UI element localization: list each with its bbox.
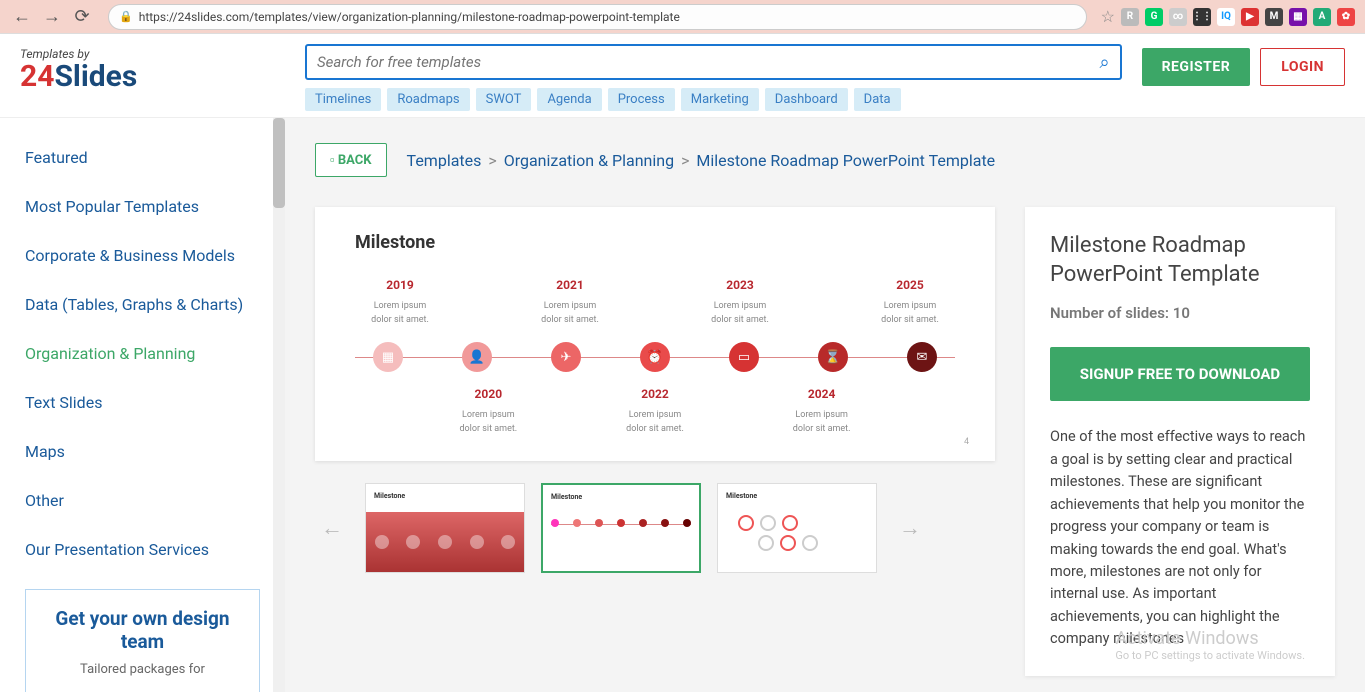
sidebar-item[interactable]: Maps — [25, 442, 260, 461]
sidebar-item[interactable]: Our Presentation Services — [25, 540, 260, 559]
extension-icon[interactable]: A — [1313, 8, 1331, 26]
slides-count: Number of slides: 10 — [1050, 304, 1310, 322]
url-text: https://24slides.com/templates/view/orga… — [139, 10, 680, 24]
tag-pill[interactable]: Process — [608, 88, 675, 111]
sidebar-item[interactable]: Text Slides — [25, 393, 260, 412]
tag-pill[interactable]: Timelines — [305, 88, 381, 111]
milestone-item: 2020Lorem ipsum dolor sit amet. — [453, 387, 523, 436]
auth-buttons: REGISTER LOGIN — [1142, 44, 1345, 86]
bookmark-star-icon[interactable]: ☆ — [1101, 7, 1115, 26]
content-area: ▫ BACK Templates > Organization & Planni… — [285, 118, 1365, 692]
tag-pill[interactable]: Roadmaps — [387, 88, 469, 111]
sidebar-item[interactable]: Featured — [25, 148, 260, 167]
extension-icon[interactable]: ▶ — [1241, 8, 1259, 26]
next-arrow-icon[interactable]: → — [893, 509, 927, 547]
logo-text: 24Slides — [20, 59, 285, 94]
page-number: 4 — [964, 437, 969, 447]
forward-browser-icon[interactable]: → — [40, 5, 64, 29]
tag-pill[interactable]: Dashboard — [765, 88, 848, 111]
slide-area: Milestone 2019Lorem ipsum dolor sit amet… — [315, 207, 995, 573]
back-button[interactable]: ▫ BACK — [315, 143, 387, 177]
milestone-row-bottom: 2020Lorem ipsum dolor sit amet. 2022Lorem… — [355, 387, 955, 436]
info-panel: Milestone Roadmap PowerPoint Template Nu… — [1025, 207, 1335, 676]
timeline-dot-icon: ✉ — [907, 342, 937, 372]
lock-icon: 🔒 — [119, 10, 133, 23]
promo-box[interactable]: Get your own design team Tailored packag… — [25, 589, 260, 692]
milestone-item: 2025Lorem ipsum dolor sit amet. — [875, 278, 945, 327]
milestone-row-top: 2019Lorem ipsum dolor sit amet. 2021Lorem… — [355, 278, 955, 327]
sidebar-item[interactable]: Data (Tables, Graphs & Charts) — [25, 295, 260, 314]
promo-sub: Tailored packages for — [40, 662, 245, 677]
tag-pill[interactable]: Agenda — [537, 88, 601, 111]
search-input[interactable] — [317, 53, 1099, 71]
logo[interactable]: Templates by 24Slides — [20, 44, 285, 94]
thumb-3[interactable]: Milestone — [717, 483, 877, 573]
sidebar-scrollbar-thumb[interactable] — [273, 118, 285, 208]
milestone-item: 2022Lorem ipsum dolor sit amet. — [620, 387, 690, 436]
extension-icon[interactable]: G — [1145, 8, 1163, 26]
slide-title: Milestone — [355, 232, 955, 253]
top-row: ▫ BACK Templates > Organization & Planni… — [315, 143, 1335, 177]
prev-arrow-icon[interactable]: ← — [315, 509, 349, 547]
sidebar-item[interactable]: Most Popular Templates — [25, 197, 260, 216]
thumb-2-active[interactable]: Milestone — [541, 483, 701, 573]
extension-icon[interactable]: ▦ — [1289, 8, 1307, 26]
extension-icon[interactable]: ✿ — [1337, 8, 1355, 26]
sidebar-item[interactable]: Other — [25, 491, 260, 510]
promo-title: Get your own design team — [40, 608, 245, 654]
sidebar-item[interactable]: Corporate & Business Models — [25, 246, 260, 265]
crumb-category[interactable]: Organization & Planning — [504, 151, 674, 170]
search-box: ⌕ — [305, 44, 1122, 80]
url-bar[interactable]: 🔒 https://24slides.com/templates/view/or… — [108, 4, 1087, 30]
tag-pills: Timelines Roadmaps SWOTAgenda Process Market… — [305, 88, 1122, 111]
milestone-item: 2021Lorem ipsum dolor sit amet. — [535, 278, 605, 327]
timeline-dot-icon: ⏰ — [640, 342, 670, 372]
timeline-dot-icon: 👤 — [462, 342, 492, 372]
timeline-dots: ▦ 👤 ✈ ⏰ ▭ ⌛ ✉ — [355, 332, 955, 372]
timeline-dot-icon: ▦ — [373, 342, 403, 372]
search-icon[interactable]: ⌕ — [1099, 52, 1109, 73]
extension-icon[interactable]: ∞ — [1169, 8, 1187, 26]
template-description: One of the most effective ways to reach … — [1050, 426, 1310, 651]
template-title: Milestone Roadmap PowerPoint Template — [1050, 232, 1310, 289]
milestone-item: 2024Lorem ipsum dolor sit amet. — [787, 387, 857, 436]
crumb-current: Milestone Roadmap PowerPoint Template — [696, 151, 995, 170]
signup-download-button[interactable]: SIGNUP FREE TO DOWNLOAD — [1050, 347, 1310, 401]
timeline: ▦ 👤 ✈ ⏰ ▭ ⌛ ✉ — [355, 332, 955, 382]
thumb-1[interactable]: Milestone — [365, 483, 525, 573]
extension-icon[interactable]: ⋮⋮ — [1193, 8, 1211, 26]
login-button[interactable]: LOGIN — [1260, 48, 1345, 86]
tag-pill[interactable]: Marketing — [681, 88, 759, 111]
extension-icon[interactable]: M — [1265, 8, 1283, 26]
content-grid: Milestone 2019Lorem ipsum dolor sit amet… — [315, 207, 1335, 676]
milestone-item: 2023Lorem ipsum dolor sit amet. — [705, 278, 775, 327]
back-browser-icon[interactable]: ← — [10, 5, 34, 29]
extension-icon[interactable]: IQ — [1217, 8, 1235, 26]
sidebar: Featured Most Popular Templates Corporate … — [0, 118, 285, 692]
site-header: Templates by 24Slides ⌕ Timelines Roadmap… — [0, 34, 1365, 118]
main: Featured Most Popular Templates Corporate … — [0, 118, 1365, 692]
extension-icons: RG ∞ ⋮⋮ IQ ▶ M ▦ A ✿ — [1121, 8, 1355, 26]
tag-pill[interactable]: SWOT — [476, 88, 532, 111]
breadcrumb: Templates > Organization & Planning > Mi… — [407, 151, 996, 170]
thumbnails-row: ← Milestone Milestone — [315, 483, 995, 573]
search-column: ⌕ Timelines Roadmaps SWOTAgenda Process Mark… — [305, 44, 1122, 111]
reload-icon[interactable]: ⟳ — [70, 5, 94, 29]
register-button[interactable]: REGISTER — [1142, 48, 1251, 86]
timeline-dot-icon: ⌛ — [818, 342, 848, 372]
crumb-templates[interactable]: Templates — [407, 151, 482, 170]
browser-chrome: ← → ⟳ 🔒 https://24slides.com/templates/v… — [0, 0, 1365, 34]
milestone-item: 2019Lorem ipsum dolor sit amet. — [365, 278, 435, 327]
timeline-dot-icon: ✈ — [551, 342, 581, 372]
sidebar-item[interactable]: Organization & Planning — [25, 344, 260, 363]
extension-icon[interactable]: R — [1121, 8, 1139, 26]
slide-preview[interactable]: Milestone 2019Lorem ipsum dolor sit amet… — [315, 207, 995, 461]
tag-pill[interactable]: Data — [854, 88, 901, 111]
timeline-dot-icon: ▭ — [729, 342, 759, 372]
